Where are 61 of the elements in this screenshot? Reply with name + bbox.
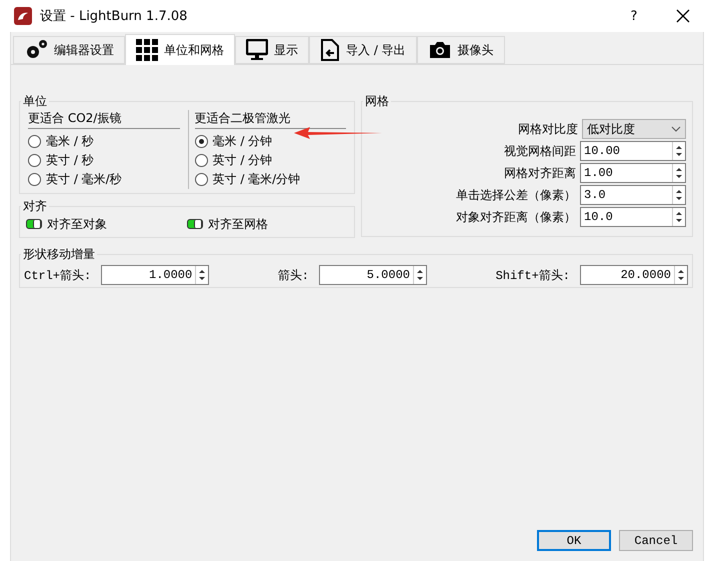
app-logo-icon xyxy=(14,7,32,25)
gears-icon xyxy=(24,39,48,61)
column-title: 更适合 CO2/振镜 xyxy=(28,110,180,129)
radio-button[interactable] xyxy=(28,135,41,148)
help-button[interactable]: ? xyxy=(612,1,656,31)
column-title: 更适合二极管激光 xyxy=(194,110,346,129)
spin-field[interactable]: 10.00 xyxy=(580,141,686,161)
spin-field[interactable]: 1.0000 xyxy=(101,265,210,285)
spin-field[interactable]: 1.00 xyxy=(580,163,686,183)
dialog-button[interactable]: OK xyxy=(537,530,611,551)
grid-icon xyxy=(136,39,158,61)
field-label: 对象对齐距离（像素） xyxy=(456,208,576,226)
radio-label: 英寸 / 分钟 xyxy=(212,152,272,169)
file-import-icon xyxy=(320,38,340,62)
dialog-button[interactable]: Cancel xyxy=(619,530,693,551)
radio-button[interactable] xyxy=(28,173,41,186)
radio-button[interactable] xyxy=(194,173,208,186)
group-title: 对齐 xyxy=(22,198,48,215)
field-label: 视觉网格间距 xyxy=(504,142,576,160)
radio-button[interactable] xyxy=(194,154,208,167)
field-label: 网格对齐距离 xyxy=(504,164,576,182)
field-label: 箭头: xyxy=(278,268,309,284)
toggle-label: 对齐至网格 xyxy=(208,216,268,232)
radio-label: 毫米 / 秒 xyxy=(46,133,94,150)
field-label: 单击选择公差（像素） xyxy=(456,186,576,204)
spin-field[interactable]: 3.0 xyxy=(580,185,686,205)
spin-arrows-icon[interactable] xyxy=(672,186,685,204)
window-title: 设置 - LightBurn 1.7.08 xyxy=(40,8,188,25)
group-title: 单位 xyxy=(22,93,48,110)
dropdown[interactable]: 低对比度 xyxy=(582,119,686,139)
toggle-label: 对齐至对象 xyxy=(47,216,107,232)
tab[interactable]: 导入 / 导出 xyxy=(309,36,417,64)
radio-button[interactable] xyxy=(28,154,41,167)
tab[interactable]: 摄像头 xyxy=(416,36,505,64)
radio-label: 毫米 / 分钟 xyxy=(212,133,272,150)
spin-arrows-icon[interactable] xyxy=(672,164,685,182)
field-label: 网格对比度 xyxy=(518,120,578,138)
tab[interactable]: 显示 xyxy=(235,36,309,64)
chevron-icon xyxy=(671,126,681,132)
monitor-icon xyxy=(246,39,268,61)
radio-label: 英寸 / 秒 xyxy=(46,152,94,169)
toggle-switch[interactable] xyxy=(187,219,203,229)
spin-arrows-icon[interactable] xyxy=(672,142,685,160)
radio-button[interactable] xyxy=(194,135,208,148)
spin-arrows-icon[interactable] xyxy=(672,208,685,226)
field-label: Shift+箭头: xyxy=(496,268,570,284)
camera-icon xyxy=(428,40,452,60)
group-title: 网格 xyxy=(364,93,390,110)
close-icon[interactable] xyxy=(676,9,690,23)
spin-arrows-icon[interactable] xyxy=(674,266,687,284)
spin-field[interactable]: 5.0000 xyxy=(319,265,427,285)
toggle-switch[interactable] xyxy=(26,219,42,229)
radio-label: 英寸 / 毫米/分钟 xyxy=(212,171,300,188)
tab[interactable]: 编辑器设置 xyxy=(13,36,125,64)
group-title: 形状移动增量 xyxy=(22,246,96,263)
spin-field[interactable]: 20.0000 xyxy=(580,265,688,285)
spin-field[interactable]: 10.0 xyxy=(580,207,686,227)
spin-arrows-icon[interactable] xyxy=(413,266,426,284)
field-label: Ctrl+箭头: xyxy=(24,268,92,284)
radio-label: 英寸 / 毫米/秒 xyxy=(46,171,122,188)
tab[interactable]: 单位和网格 xyxy=(125,34,235,65)
